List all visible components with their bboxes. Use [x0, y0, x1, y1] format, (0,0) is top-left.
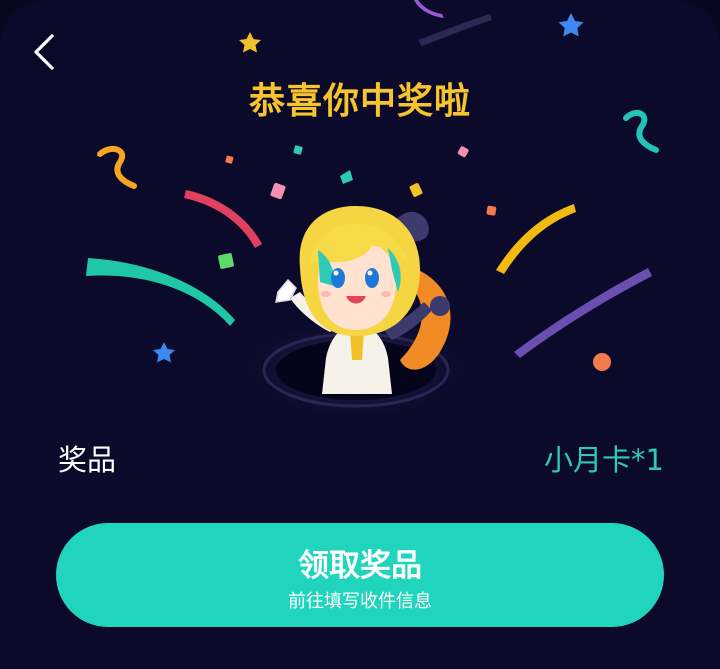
prize-label: 奖品 — [58, 443, 117, 477]
confetti-square-pink — [270, 182, 286, 200]
confetti-dot-orange — [593, 353, 611, 371]
confetti-piece-cyan — [340, 170, 353, 184]
back-button[interactable] — [26, 30, 66, 74]
claim-button-subtitle: 前往填写收件信息 — [288, 591, 432, 612]
confetti-streamer-green — [86, 258, 235, 326]
confetti-star-yellow — [239, 32, 261, 53]
confetti-squiggle-orange — [97, 145, 137, 189]
confetti-star-blue-small — [153, 342, 175, 363]
confetti-square-cyan — [293, 145, 303, 155]
claim-button-title: 领取奖品 — [298, 548, 422, 584]
page-title: 恭喜你中奖啦 — [248, 81, 471, 122]
confetti-star-blue — [558, 13, 584, 37]
confetti-square-green — [218, 253, 234, 269]
celebration-scene — [86, 0, 659, 422]
prize-dialog: 恭喜你中奖啦 奖品 小月卡*1 领取奖品 前往填写收件信息 — [0, 0, 720, 669]
confetti-square-yellow — [409, 183, 423, 197]
confetti-square-orange-2 — [225, 155, 234, 164]
confetti-arc-purple — [414, 0, 444, 18]
prize-row: 奖品 小月卡*1 — [58, 433, 664, 479]
confetti-square-orange — [486, 205, 497, 216]
claim-prize-button[interactable]: 领取奖品 前往填写收件信息 — [56, 523, 664, 627]
prize-value: 小月卡*1 — [544, 443, 664, 477]
confetti-streamer-dark — [418, 14, 492, 46]
confetti-streamer-yellow — [496, 204, 576, 274]
confetti-streamer-red — [184, 190, 262, 248]
confetti-streamer-purple — [514, 268, 652, 358]
confetti-square-pink-small — [457, 146, 469, 158]
chevron-left-icon — [34, 34, 54, 70]
